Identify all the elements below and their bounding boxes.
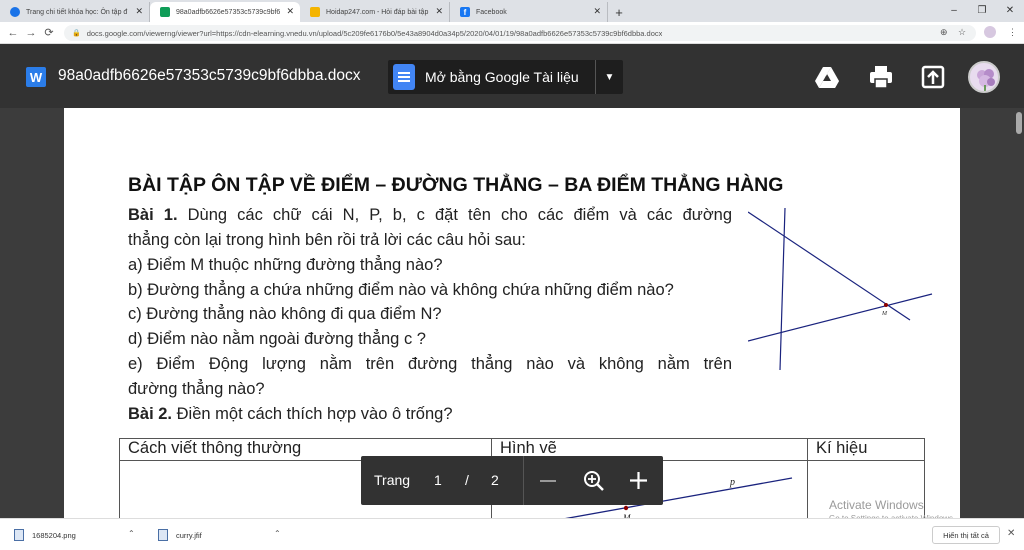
restore-icon[interactable]: ❐ [968, 0, 996, 20]
google-docs-icon [393, 64, 415, 90]
page-navigation-control: Trang 1 / 2 [361, 456, 663, 505]
question-a: a) Điểm M thuộc những đường thẳng nào? [128, 256, 443, 274]
bai2-label: Bài 2. [128, 405, 173, 423]
close-window-icon[interactable]: ✕ [996, 0, 1024, 20]
word-file-icon: W [26, 67, 46, 87]
open-button-label: Mở bằng Google Tài liệu [425, 69, 579, 85]
zoom-in-plus-icon[interactable] [629, 471, 648, 490]
watermark-title: Activate Windows [829, 498, 924, 512]
chevron-down-icon[interactable]: ▼ [595, 60, 623, 94]
browser-tab-active[interactable]: 98a0adfb6626e57353c5739c9bf6 ✕ [150, 2, 300, 22]
page-separator: / [465, 472, 469, 488]
chevron-up-icon[interactable]: ⌃ [274, 529, 281, 538]
figure-point-M [884, 303, 888, 307]
file-icon [158, 529, 168, 541]
tab-close-icon[interactable]: ✕ [593, 6, 601, 17]
avatar[interactable] [968, 61, 1000, 93]
figure-label-M: M [881, 311, 888, 317]
downloads-bar: 1685204.png ⌃ curry.jfif ⌃ Hiển thị tất … [0, 518, 1024, 550]
question-d: d) Điểm nào nằm ngoài đường thẳng c ? [128, 330, 426, 348]
profile-icon[interactable] [984, 26, 996, 38]
table-figure-point-M [623, 505, 629, 511]
tab-title: 98a0adfb6626e57353c5739c9bf6 [176, 8, 281, 16]
geometry-figure: M [748, 208, 933, 371]
page-current-input[interactable]: 1 [434, 472, 442, 488]
scrollbar-thumb[interactable] [1016, 112, 1022, 134]
tab-title: Facebook [476, 8, 507, 16]
tab-close-icon[interactable]: ✕ [286, 6, 294, 17]
tab-close-icon[interactable]: ✕ [135, 6, 143, 17]
tab-favicon-icon [160, 7, 170, 17]
bai1-label: Bài 1. [128, 206, 178, 224]
zoom-in-magnifier-icon[interactable] [583, 470, 605, 492]
tab-title: Hoidap247.com - Hỏi đáp bài tập [326, 8, 429, 16]
document-title: BÀI TẬP ÔN TẬP VỀ ĐIỂM – ĐƯỜNG THẲNG – B… [128, 174, 784, 196]
browser-tab[interactable]: Hoidap247.com - Hỏi đáp bài tập ✕ [300, 2, 450, 22]
show-all-downloads-button[interactable]: Hiển thị tất cả [932, 526, 1000, 544]
address-bar[interactable]: 🔒 docs.google.com/viewerng/viewer?url=ht… [64, 25, 976, 41]
zoom-icon[interactable]: ⊕ [940, 27, 948, 38]
download-filename: 1685204.png [32, 530, 76, 540]
download-item[interactable]: curry.jfif [158, 527, 202, 543]
back-icon[interactable]: ← [4, 27, 22, 39]
menu-kebab-icon[interactable]: ⋮ [1008, 27, 1017, 38]
close-downloads-icon[interactable]: ✕ [1007, 528, 1015, 539]
browser-tab[interactable]: f Facebook ✕ [450, 2, 608, 22]
page-label: Trang [374, 472, 411, 488]
url-text: docs.google.com/viewerng/viewer?url=http… [86, 28, 663, 38]
document-filename: 98a0adfb6626e57353c5739c9bf6dbba.docx [58, 67, 361, 84]
download-filename: curry.jfif [176, 530, 202, 540]
zoom-out-icon[interactable] [539, 473, 557, 489]
tab-strip: Trang chi tiết khóa học: Ôn tập đ ✕ 98a0… [0, 0, 1024, 22]
divider [523, 456, 524, 505]
question-e-line1: e) Điểm Động lượng nằm trên đường thẳng … [128, 355, 732, 373]
tab-favicon-icon [10, 7, 20, 17]
question-e-line2: đường thẳng nào? [128, 380, 265, 398]
browser-tab[interactable]: Trang chi tiết khóa học: Ôn tập đ ✕ [0, 2, 150, 22]
file-icon [14, 529, 24, 541]
drive-icon[interactable] [814, 64, 840, 90]
figure-line-2 [779, 208, 786, 371]
table-figure-label-p: p [729, 477, 735, 488]
bai2-line: Bài 2. Điền một cách thích hợp vào ô trố… [128, 405, 453, 423]
open-in-new-icon[interactable] [920, 64, 946, 90]
bai1-line2: thẳng còn lại trong hình bên rồi trả lời… [128, 231, 526, 249]
bookmark-star-icon[interactable]: ☆ [958, 27, 966, 38]
print-icon[interactable] [868, 64, 894, 90]
tab-close-icon[interactable]: ✕ [435, 6, 443, 17]
viewer-header: W 98a0adfb6626e57353c5739c9bf6dbba.docx … [0, 44, 1024, 108]
tab-favicon-icon: f [460, 7, 470, 17]
chevron-up-icon[interactable]: ⌃ [128, 529, 135, 538]
page-total: 2 [491, 472, 499, 488]
forward-icon[interactable]: → [22, 27, 40, 39]
tab-favicon-icon [310, 7, 320, 17]
tab-title: Trang chi tiết khóa học: Ôn tập đ [26, 8, 128, 16]
browser-toolbar: ← → ⟳ 🔒 docs.google.com/viewerng/viewer?… [0, 22, 1024, 44]
table-header-cell: Kí hiệu [807, 438, 925, 461]
lock-icon: 🔒 [72, 30, 81, 37]
window-controls: – ❐ ✕ [940, 0, 1024, 20]
reload-icon[interactable]: ⟳ [40, 26, 58, 39]
figure-line-3 [748, 293, 933, 342]
question-c: c) Đường thẳng nào không đi qua điểm N? [128, 305, 442, 323]
minimize-icon[interactable]: – [940, 0, 968, 20]
open-with-google-docs-button[interactable]: Mở bằng Google Tài liệu ▼ [388, 60, 623, 94]
bai1-line1: Bài 1. Dùng các chữ cái N, P, b, c đặt t… [128, 206, 732, 224]
scrollbar[interactable] [1014, 108, 1024, 518]
download-item[interactable]: 1685204.png [14, 527, 76, 543]
new-tab-button[interactable]: + [608, 2, 630, 22]
question-b: b) Đường thẳng a chứa những điểm nào và … [128, 281, 674, 299]
